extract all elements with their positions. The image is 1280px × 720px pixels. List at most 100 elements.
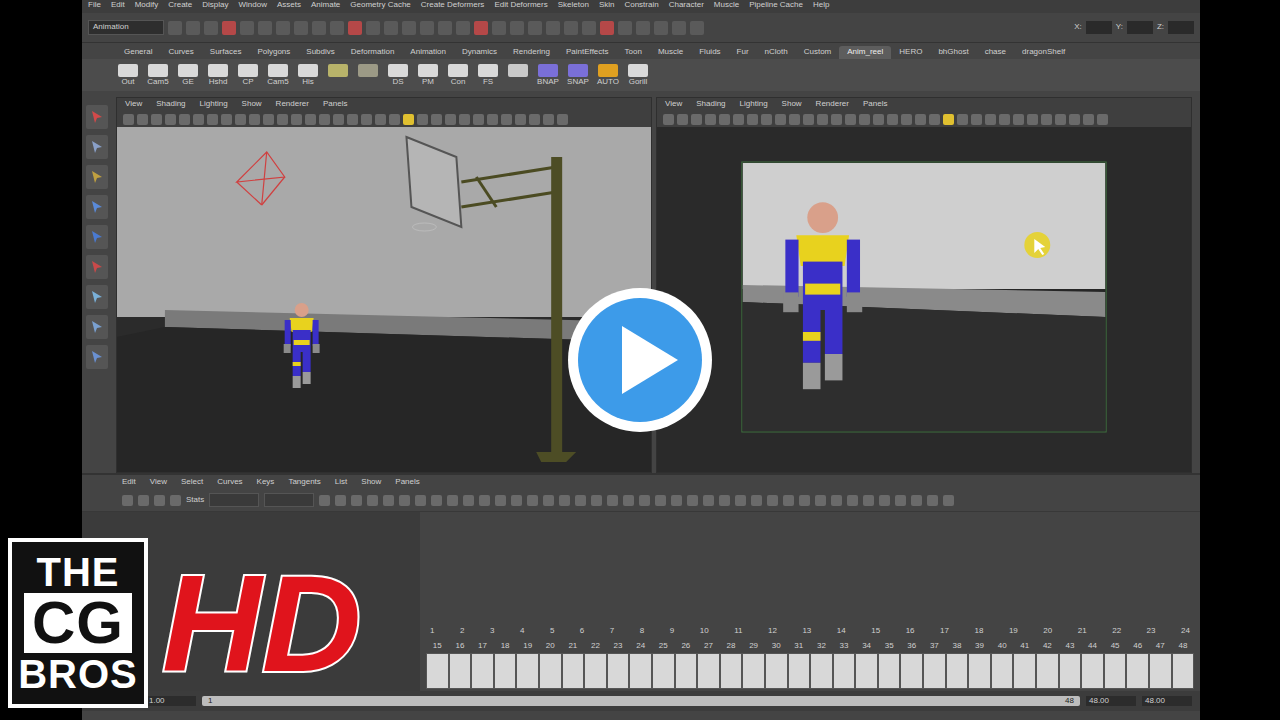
shelf-tab[interactable]: Anim_reel xyxy=(839,46,891,59)
status-tool-icon[interactable] xyxy=(456,21,470,35)
graph-tool-icon[interactable] xyxy=(799,495,810,506)
graph-tool-icon[interactable] xyxy=(783,495,794,506)
graph-tool-icon[interactable] xyxy=(527,495,538,506)
viewport-tool-icon[interactable] xyxy=(789,114,800,125)
status-tool-icon[interactable] xyxy=(420,21,434,35)
frame[interactable]: 43 xyxy=(1059,642,1082,689)
shelf-tab[interactable]: Polygons xyxy=(249,46,298,59)
status-tool-icon[interactable] xyxy=(690,21,704,35)
shelf-button[interactable]: SNAP xyxy=(566,64,590,87)
viewport-tool-icon[interactable] xyxy=(249,114,260,125)
status-tool-icon[interactable] xyxy=(438,21,452,35)
viewport-tool-icon[interactable] xyxy=(929,114,940,125)
shelf-button[interactable]: FS xyxy=(476,64,500,87)
status-tool-icon[interactable] xyxy=(600,21,614,35)
shelf-tab[interactable]: Fur xyxy=(729,46,757,59)
viewport-tool-icon[interactable] xyxy=(663,114,674,125)
status-tool-icon[interactable] xyxy=(312,21,326,35)
frame[interactable]: 39 xyxy=(968,642,991,689)
viewport-tool-icon[interactable] xyxy=(305,114,316,125)
status-tool-icon[interactable] xyxy=(474,21,488,35)
coord-field[interactable] xyxy=(1086,21,1112,34)
viewport-menu-item[interactable]: Panels xyxy=(863,100,887,109)
shelf-button[interactable]: DS xyxy=(386,64,410,87)
viewport-scene[interactable] xyxy=(117,127,651,472)
viewport-scene[interactable] xyxy=(657,127,1191,472)
viewport-menu-item[interactable]: Lighting xyxy=(200,100,228,109)
shelf-tab[interactable]: bhGhost xyxy=(930,46,976,59)
viewport-tool-icon[interactable] xyxy=(375,114,386,125)
viewport-menu-item[interactable]: Panels xyxy=(323,100,347,109)
viewport[interactable]: ViewShadingLightingShowRendererPanels xyxy=(116,97,652,473)
coord-field[interactable] xyxy=(1168,21,1194,34)
graph-menu-item[interactable]: Select xyxy=(181,478,203,487)
shelf-button[interactable] xyxy=(326,64,350,87)
viewport-menu-item[interactable]: Show xyxy=(782,100,802,109)
graph-tool-icon[interactable] xyxy=(719,495,730,506)
frame[interactable]: 47 xyxy=(1149,642,1172,689)
graph-tool-icon[interactable] xyxy=(415,495,426,506)
frame[interactable]: 22 xyxy=(584,642,607,689)
menu-item[interactable]: File xyxy=(88,1,101,12)
viewport-tool-icon[interactable] xyxy=(473,114,484,125)
frame[interactable]: 35 xyxy=(878,642,901,689)
viewport-tool-icon[interactable] xyxy=(1013,114,1024,125)
menu-item[interactable]: Edit xyxy=(111,1,125,12)
tool-icon[interactable] xyxy=(86,195,108,219)
shelf-tab[interactable]: Dynamics xyxy=(454,46,505,59)
status-tool-icon[interactable] xyxy=(384,21,398,35)
graph-tool-icon[interactable] xyxy=(639,495,650,506)
frame[interactable]: 17 xyxy=(471,642,494,689)
graph-tool-icon[interactable] xyxy=(351,495,362,506)
frame[interactable]: 18 xyxy=(494,642,517,689)
graph-tool-icon[interactable] xyxy=(751,495,762,506)
tool-icon[interactable] xyxy=(86,255,108,279)
shelf-button[interactable]: Hshd xyxy=(206,64,230,87)
viewport-menu-item[interactable]: Renderer xyxy=(276,100,309,109)
shelf-button[interactable]: GE xyxy=(176,64,200,87)
menu-item[interactable]: Skin xyxy=(599,1,615,12)
viewport-tool-icon[interactable] xyxy=(291,114,302,125)
shelf-button[interactable]: Cam5 xyxy=(266,64,290,87)
graph-tool-icon[interactable] xyxy=(122,495,133,506)
viewport-tool-icon[interactable] xyxy=(831,114,842,125)
frame[interactable]: 31 xyxy=(788,642,811,689)
menu-item[interactable]: Create Deformers xyxy=(421,1,485,12)
viewport-tool-icon[interactable] xyxy=(235,114,246,125)
viewport-tool-icon[interactable] xyxy=(719,114,730,125)
viewport-tool-icon[interactable] xyxy=(431,114,442,125)
shelf-button[interactable]: BNAP xyxy=(536,64,560,87)
viewport-tool-icon[interactable] xyxy=(1083,114,1094,125)
menu-item[interactable]: Character xyxy=(669,1,704,12)
graph-tool-icon[interactable] xyxy=(607,495,618,506)
shelf-tab[interactable]: General xyxy=(116,46,160,59)
viewport-tool-icon[interactable] xyxy=(691,114,702,125)
graph-tool-icon[interactable] xyxy=(735,495,746,506)
graph-tool-icon[interactable] xyxy=(154,495,165,506)
menu-item[interactable]: Display xyxy=(202,1,228,12)
menu-item[interactable]: Edit Deformers xyxy=(494,1,547,12)
viewport-tool-icon[interactable] xyxy=(761,114,772,125)
viewport-tool-icon[interactable] xyxy=(221,114,232,125)
viewport-tool-icon[interactable] xyxy=(319,114,330,125)
viewport-menu-item[interactable]: Renderer xyxy=(816,100,849,109)
viewport-tool-icon[interactable] xyxy=(817,114,828,125)
stats-field[interactable] xyxy=(209,493,259,507)
shelf-tab[interactable]: Toon xyxy=(617,46,650,59)
graph-tool-icon[interactable] xyxy=(591,495,602,506)
graph-tool-icon[interactable] xyxy=(911,495,922,506)
status-tool-icon[interactable] xyxy=(546,21,560,35)
graph-tool-icon[interactable] xyxy=(495,495,506,506)
frame[interactable]: 37 xyxy=(923,642,946,689)
viewport-tool-icon[interactable] xyxy=(915,114,926,125)
shelf-tab[interactable]: Animation xyxy=(402,46,454,59)
status-tool-icon[interactable] xyxy=(528,21,542,35)
status-tool-icon[interactable] xyxy=(294,21,308,35)
graph-tool-icon[interactable] xyxy=(863,495,874,506)
viewport-tool-icon[interactable] xyxy=(263,114,274,125)
viewport-tool-icon[interactable] xyxy=(901,114,912,125)
viewport-tool-icon[interactable] xyxy=(529,114,540,125)
viewport-tool-icon[interactable] xyxy=(501,114,512,125)
viewport-tool-icon[interactable] xyxy=(803,114,814,125)
viewport-tool-icon[interactable] xyxy=(557,114,568,125)
